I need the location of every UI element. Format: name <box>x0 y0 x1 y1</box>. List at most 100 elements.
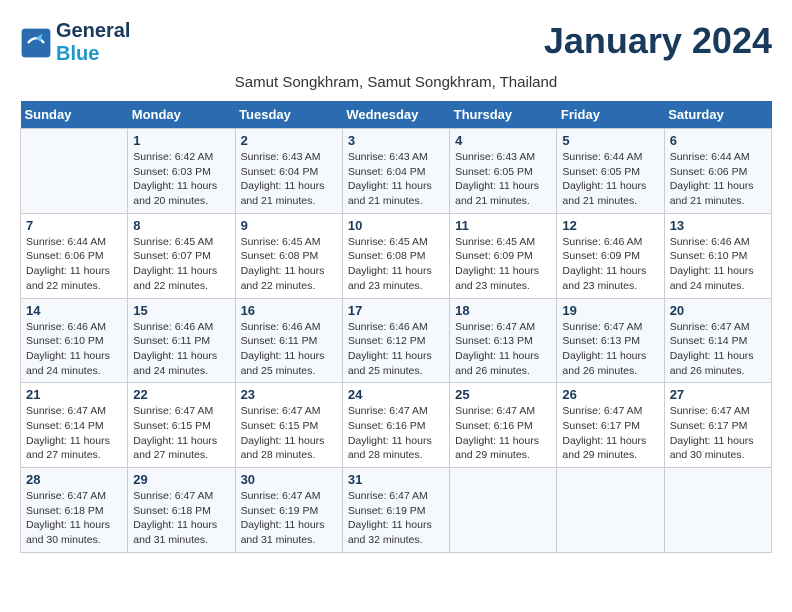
day-number: 19 <box>562 303 658 318</box>
calendar-day-cell: 25 Sunrise: 6:47 AM Sunset: 6:16 PM Dayli… <box>450 383 557 468</box>
calendar-day-cell: 4 Sunrise: 6:43 AM Sunset: 6:05 PM Daylig… <box>450 129 557 214</box>
day-info: Sunrise: 6:44 AM Sunset: 6:06 PM Dayligh… <box>26 235 122 294</box>
day-info: Sunrise: 6:46 AM Sunset: 6:10 PM Dayligh… <box>26 320 122 379</box>
day-number: 9 <box>241 218 337 233</box>
weekday-header-cell: Monday <box>128 101 235 129</box>
day-number: 17 <box>348 303 444 318</box>
day-info: Sunrise: 6:42 AM Sunset: 6:03 PM Dayligh… <box>133 150 229 209</box>
calendar-day-cell: 18 Sunrise: 6:47 AM Sunset: 6:13 PM Dayli… <box>450 298 557 383</box>
calendar-day-cell: 11 Sunrise: 6:45 AM Sunset: 6:09 PM Dayli… <box>450 213 557 298</box>
calendar-day-cell: 19 Sunrise: 6:47 AM Sunset: 6:13 PM Dayli… <box>557 298 664 383</box>
day-info: Sunrise: 6:43 AM Sunset: 6:04 PM Dayligh… <box>241 150 337 209</box>
day-info: Sunrise: 6:43 AM Sunset: 6:04 PM Dayligh… <box>348 150 444 209</box>
calendar-day-cell: 7Sunrise: 6:44 AM Sunset: 6:06 PM Daylig… <box>21 213 128 298</box>
logo-icon <box>20 27 52 59</box>
day-number: 25 <box>455 387 551 402</box>
weekday-header-cell: Sunday <box>21 101 128 129</box>
day-info: Sunrise: 6:47 AM Sunset: 6:18 PM Dayligh… <box>133 489 229 548</box>
calendar-day-cell: 22 Sunrise: 6:47 AM Sunset: 6:15 PM Dayli… <box>128 383 235 468</box>
day-number: 16 <box>241 303 337 318</box>
calendar-week-row: 21 Sunrise: 6:47 AM Sunset: 6:14 PM Dayli… <box>21 383 772 468</box>
day-info: Sunrise: 6:47 AM Sunset: 6:15 PM Dayligh… <box>133 404 229 463</box>
day-info: Sunrise: 6:46 AM Sunset: 6:10 PM Dayligh… <box>670 235 766 294</box>
calendar-day-cell: 12Sunrise: 6:46 AM Sunset: 6:09 PM Dayli… <box>557 213 664 298</box>
weekday-header-cell: Wednesday <box>342 101 449 129</box>
day-info: Sunrise: 6:47 AM Sunset: 6:19 PM Dayligh… <box>241 489 337 548</box>
calendar-day-cell: 16 Sunrise: 6:46 AM Sunset: 6:11 PM Dayli… <box>235 298 342 383</box>
day-number: 28 <box>26 472 122 487</box>
calendar-table: SundayMondayTuesdayWednesdayThursdayFrid… <box>20 101 772 553</box>
calendar-day-cell: 2Sunrise: 6:43 AM Sunset: 6:04 PM Daylig… <box>235 129 342 214</box>
day-info: Sunrise: 6:46 AM Sunset: 6:11 PM Dayligh… <box>133 320 229 379</box>
day-number: 13 <box>670 218 766 233</box>
calendar-day-cell <box>557 468 664 553</box>
calendar-day-cell: 17 Sunrise: 6:46 AM Sunset: 6:12 PM Dayli… <box>342 298 449 383</box>
day-info: Sunrise: 6:45 AM Sunset: 6:08 PM Dayligh… <box>348 235 444 294</box>
calendar-day-cell: 6Sunrise: 6:44 AM Sunset: 6:06 PM Daylig… <box>664 129 771 214</box>
calendar-day-cell: 1Sunrise: 6:42 AM Sunset: 6:03 PM Daylig… <box>128 129 235 214</box>
calendar-week-row: 1Sunrise: 6:42 AM Sunset: 6:03 PM Daylig… <box>21 129 772 214</box>
day-info: Sunrise: 6:45 AM Sunset: 6:09 PM Dayligh… <box>455 235 551 294</box>
day-info: Sunrise: 6:47 AM Sunset: 6:17 PM Dayligh… <box>562 404 658 463</box>
day-info: Sunrise: 6:44 AM Sunset: 6:05 PM Dayligh… <box>562 150 658 209</box>
calendar-day-cell: 15 Sunrise: 6:46 AM Sunset: 6:11 PM Dayli… <box>128 298 235 383</box>
title-block: January 2024 <box>544 20 772 62</box>
day-number: 14 <box>26 303 122 318</box>
calendar-day-cell: 9 Sunrise: 6:45 AM Sunset: 6:08 PM Daylig… <box>235 213 342 298</box>
day-info: Sunrise: 6:47 AM Sunset: 6:14 PM Dayligh… <box>26 404 122 463</box>
day-info: Sunrise: 6:47 AM Sunset: 6:13 PM Dayligh… <box>455 320 551 379</box>
day-info: Sunrise: 6:46 AM Sunset: 6:11 PM Dayligh… <box>241 320 337 379</box>
calendar-week-row: 14 Sunrise: 6:46 AM Sunset: 6:10 PM Dayli… <box>21 298 772 383</box>
day-info: Sunrise: 6:47 AM Sunset: 6:17 PM Dayligh… <box>670 404 766 463</box>
day-info: Sunrise: 6:47 AM Sunset: 6:16 PM Dayligh… <box>348 404 444 463</box>
weekday-header-row: SundayMondayTuesdayWednesdayThursdayFrid… <box>21 101 772 129</box>
calendar-day-cell: 26 Sunrise: 6:47 AM Sunset: 6:17 PM Dayli… <box>557 383 664 468</box>
calendar-day-cell: 31 Sunrise: 6:47 AM Sunset: 6:19 PM Dayli… <box>342 468 449 553</box>
day-info: Sunrise: 6:46 AM Sunset: 6:12 PM Dayligh… <box>348 320 444 379</box>
month-title: January 2024 <box>544 20 772 62</box>
calendar-day-cell: 5 Sunrise: 6:44 AM Sunset: 6:05 PM Daylig… <box>557 129 664 214</box>
day-number: 10 <box>348 218 444 233</box>
logo-line2: Blue <box>56 43 130 66</box>
day-number: 31 <box>348 472 444 487</box>
day-info: Sunrise: 6:47 AM Sunset: 6:19 PM Dayligh… <box>348 489 444 548</box>
day-info: Sunrise: 6:47 AM Sunset: 6:16 PM Dayligh… <box>455 404 551 463</box>
calendar-day-cell: 13 Sunrise: 6:46 AM Sunset: 6:10 PM Dayli… <box>664 213 771 298</box>
calendar-day-cell: 10 Sunrise: 6:45 AM Sunset: 6:08 PM Dayli… <box>342 213 449 298</box>
day-number: 21 <box>26 387 122 402</box>
day-info: Sunrise: 6:47 AM Sunset: 6:14 PM Dayligh… <box>670 320 766 379</box>
calendar-week-row: 28 Sunrise: 6:47 AM Sunset: 6:18 PM Dayli… <box>21 468 772 553</box>
day-number: 18 <box>455 303 551 318</box>
day-info: Sunrise: 6:47 AM Sunset: 6:13 PM Dayligh… <box>562 320 658 379</box>
weekday-header-cell: Friday <box>557 101 664 129</box>
calendar-day-cell: 29Sunrise: 6:47 AM Sunset: 6:18 PM Dayli… <box>128 468 235 553</box>
weekday-header-cell: Thursday <box>450 101 557 129</box>
day-info: Sunrise: 6:44 AM Sunset: 6:06 PM Dayligh… <box>670 150 766 209</box>
day-info: Sunrise: 6:46 AM Sunset: 6:09 PM Dayligh… <box>562 235 658 294</box>
weekday-header-cell: Tuesday <box>235 101 342 129</box>
calendar-day-cell: 3 Sunrise: 6:43 AM Sunset: 6:04 PM Daylig… <box>342 129 449 214</box>
calendar-body: 1Sunrise: 6:42 AM Sunset: 6:03 PM Daylig… <box>21 129 772 553</box>
day-number: 30 <box>241 472 337 487</box>
day-number: 15 <box>133 303 229 318</box>
calendar-day-cell <box>450 468 557 553</box>
day-number: 24 <box>348 387 444 402</box>
day-info: Sunrise: 6:45 AM Sunset: 6:08 PM Dayligh… <box>241 235 337 294</box>
day-number: 3 <box>348 133 444 148</box>
day-number: 8 <box>133 218 229 233</box>
day-number: 20 <box>670 303 766 318</box>
calendar-day-cell <box>21 129 128 214</box>
calendar-week-row: 7Sunrise: 6:44 AM Sunset: 6:06 PM Daylig… <box>21 213 772 298</box>
day-number: 23 <box>241 387 337 402</box>
page-header: General Blue January 2024 <box>20 20 772 66</box>
day-number: 4 <box>455 133 551 148</box>
day-number: 11 <box>455 218 551 233</box>
day-number: 22 <box>133 387 229 402</box>
calendar-day-cell: 27Sunrise: 6:47 AM Sunset: 6:17 PM Dayli… <box>664 383 771 468</box>
logo-line1: General <box>56 20 130 43</box>
day-number: 26 <box>562 387 658 402</box>
day-number: 5 <box>562 133 658 148</box>
location-subtitle: Samut Songkhram, Samut Songkhram, Thaila… <box>20 74 772 91</box>
day-info: Sunrise: 6:43 AM Sunset: 6:05 PM Dayligh… <box>455 150 551 209</box>
calendar-day-cell: 23Sunrise: 6:47 AM Sunset: 6:15 PM Dayli… <box>235 383 342 468</box>
